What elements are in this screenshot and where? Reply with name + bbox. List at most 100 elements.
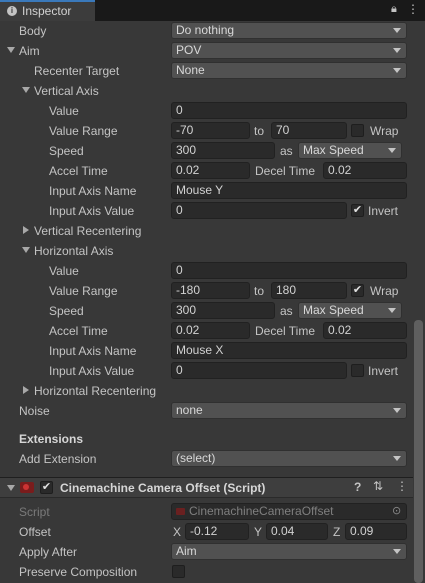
component-header[interactable]: ✔ Cinemachine Camera Offset (Script) ? ⇅… [0,477,413,498]
horizontal-invert-checkbox[interactable] [351,364,364,377]
horizontal-range-min-field[interactable]: -180 [171,282,250,299]
recenter-target-value: None [176,63,205,77]
horizontal-range-label: Value Range [49,284,118,298]
chevron-down-icon [388,148,396,153]
horizontal-accel-label: Accel Time [49,324,108,338]
vertical-wrap-checkbox[interactable] [351,124,364,137]
vertical-input-value-field[interactable]: 0 [171,202,347,219]
tab-inspector-label: Inspector [22,4,72,18]
vertical-input-value-label: Input Axis Value [49,204,135,218]
body-dropdown-value: Do nothing [176,23,235,37]
more-options-icon[interactable]: ⋮ [407,2,419,16]
body-label: Body [19,24,47,38]
recenter-target-dropdown[interactable]: None [171,62,407,79]
aim-dropdown[interactable]: POV [171,42,407,59]
offset-z-label: Z [333,525,341,539]
vertical-accel-label: Accel Time [49,164,108,178]
horizontal-input-value-field[interactable]: 0 [171,362,347,379]
vertical-recentering-foldout-icon[interactable] [23,226,29,234]
vertical-speed-as-label: as [280,144,293,158]
vertical-invert-label: Invert [368,204,399,218]
horizontal-wrap-checkbox[interactable]: ✔ [351,284,364,297]
offset-label: Offset [19,525,51,539]
vertical-invert-checkbox[interactable]: ✔ [351,204,364,217]
apply-after-dropdown[interactable]: Aim [171,543,407,560]
offset-y-label: Y [254,525,263,539]
lock-icon[interactable]: 🔒︎ [391,3,397,16]
object-picker-icon: ⊙ [392,505,402,517]
horizontal-speed-mode-value: Max Speed [303,303,364,317]
preserve-composition-checkbox[interactable] [172,565,185,578]
camera-script-icon [20,482,34,493]
vertical-range-to-label: to [254,124,265,138]
horizontal-range-max-field[interactable]: 180 [271,282,347,299]
apply-after-value: Aim [176,544,197,558]
offset-z-field[interactable]: 0.09 [345,523,407,540]
add-extension-value: (select) [176,451,216,465]
horizontal-recentering-foldout-icon[interactable] [23,386,29,394]
horizontal-invert-label: Invert [368,364,399,378]
horizontal-speed-field[interactable]: 300 [171,302,275,319]
aim-foldout-icon[interactable] [7,47,15,53]
offset-x-field[interactable]: -0.12 [185,523,249,540]
horizontal-value-label: Value [49,264,79,278]
horizontal-decel-label: Decel Time [255,324,316,338]
horizontal-recentering-label: Horizontal Recentering [34,384,157,398]
vertical-input-name-label: Input Axis Name [49,184,137,198]
checkmark-icon: ✔ [41,481,52,493]
vertical-speed-label: Speed [49,144,84,158]
vertical-axis-foldout-icon[interactable] [22,87,30,93]
checkmark-icon: ✔ [352,204,363,216]
script-value: CinemachineCameraOffset [189,504,334,518]
horizontal-decel-field[interactable]: 0.02 [323,322,407,339]
component-title: Cinemachine Camera Offset (Script) [60,481,266,495]
tab-inspector[interactable]: i Inspector [0,0,95,21]
horizontal-axis-foldout-icon[interactable] [22,247,30,253]
noise-dropdown-value: none [176,403,203,417]
horizontal-wrap-label: Wrap [370,284,399,298]
horizontal-range-to-label: to [254,284,265,298]
horizontal-speed-mode-dropdown[interactable]: Max Speed [298,302,402,319]
preserve-composition-label: Preserve Composition [19,565,138,579]
vertical-input-name-field[interactable]: Mouse Y [171,182,407,199]
vertical-recentering-label: Vertical Recentering [34,224,142,238]
vertical-decel-field[interactable]: 0.02 [323,162,407,179]
vertical-decel-label: Decel Time [255,164,316,178]
component-enabled-checkbox[interactable]: ✔ [40,481,53,494]
script-object-field: CinemachineCameraOffset ⊙ [171,503,407,520]
horizontal-input-name-field[interactable]: Mouse X [171,342,407,359]
horizontal-value-field[interactable]: 0 [171,262,407,279]
chevron-down-icon [393,48,401,53]
more-options-icon[interactable]: ⋮ [396,479,408,493]
horizontal-accel-field[interactable]: 0.02 [171,322,250,339]
vertical-range-min-field[interactable]: -70 [171,122,250,139]
component-foldout-icon[interactable] [7,485,15,491]
add-extension-dropdown[interactable]: (select) [171,450,407,467]
vertical-range-max-field[interactable]: 70 [271,122,347,139]
vertical-axis-label: Vertical Axis [34,84,99,98]
help-icon[interactable]: ? [354,480,361,494]
noise-label: Noise [19,404,50,418]
horizontal-speed-label: Speed [49,304,84,318]
vertical-wrap-label: Wrap [370,124,399,138]
vertical-value-field[interactable]: 0 [171,102,407,119]
offset-y-field[interactable]: 0.04 [266,523,328,540]
vertical-speed-field[interactable]: 300 [171,142,275,159]
extensions-heading: Extensions [19,432,84,446]
vertical-speed-mode-dropdown[interactable]: Max Speed [298,142,402,159]
vertical-accel-field[interactable]: 0.02 [171,162,250,179]
vertical-scrollbar[interactable] [414,320,423,583]
preset-settings-icon[interactable]: ⇅ [373,479,383,493]
chevron-down-icon [393,549,401,554]
chevron-down-icon [393,456,401,461]
info-icon: i [7,6,17,16]
horizontal-input-value-label: Input Axis Value [49,364,135,378]
aim-label: Aim [19,44,40,58]
script-label: Script [19,505,50,519]
offset-x-label: X [173,525,182,539]
aim-dropdown-value: POV [176,43,202,57]
noise-dropdown[interactable]: none [171,402,407,419]
apply-after-label: Apply After [19,545,78,559]
checkmark-icon: ✔ [352,284,363,296]
body-dropdown[interactable]: Do nothing [171,22,407,39]
